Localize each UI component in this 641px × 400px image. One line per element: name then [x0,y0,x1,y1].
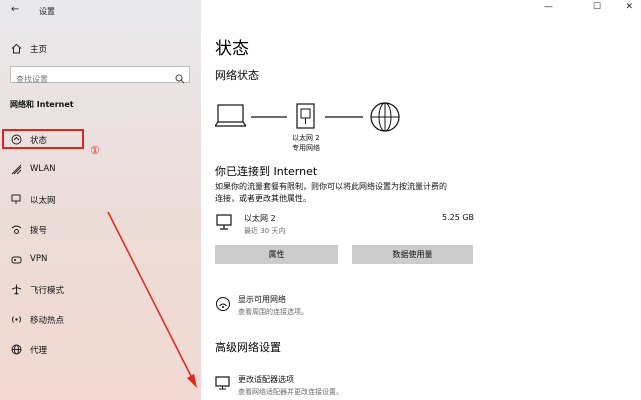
internet-globe-icon [370,102,400,132]
adapter-options-icon[interactable] [215,375,231,394]
show-networks-link[interactable]: 显示可用网络 [238,294,286,305]
maximize-button[interactable]: ☐ [593,2,601,12]
network-diagram [215,102,400,132]
connected-description-line-2: 连接，或者更改其他属性。 [215,194,311,203]
network-status-heading: 网络状态 [215,69,259,82]
close-button[interactable]: ✕ [625,2,633,12]
main-panel: — ☐ ✕ 状态 网络状态 以太网 2 专用网络 你已连接到 Internet … [201,0,641,400]
laptop-icon [215,104,247,127]
adapter-name: 以太网 2 [244,214,276,223]
properties-button[interactable]: 属性 [215,245,338,264]
show-networks-icon[interactable] [215,296,231,316]
show-networks-description: 查看周围的连接选项。 [238,308,308,316]
advanced-settings-heading: 高级网络设置 [215,341,281,354]
data-usage-button[interactable]: 数据使用量 [352,245,473,264]
minimize-button[interactable]: — [544,2,553,12]
adapter-diagram-label: 以太网 2 [292,134,320,142]
data-usage-value: 5.25 GB [442,213,475,222]
page-title: 状态 [215,39,249,59]
adapter-period: 最近 30 天内 [244,227,286,235]
change-adapter-link[interactable]: 更改适配器选项 [238,374,294,385]
connected-description-line-1: 如果你的流量套餐有限制，则你可以将此网络设置为按流量计费的 [215,182,447,191]
change-adapter-description: 查看网络适配器并更改连接设置。 [238,388,343,396]
ethernet-port-icon [296,103,315,129]
network-type-label: 专用网络 [292,144,320,152]
ethernet-icon [216,214,234,234]
connected-heading: 你已连接到 Internet [215,165,318,178]
